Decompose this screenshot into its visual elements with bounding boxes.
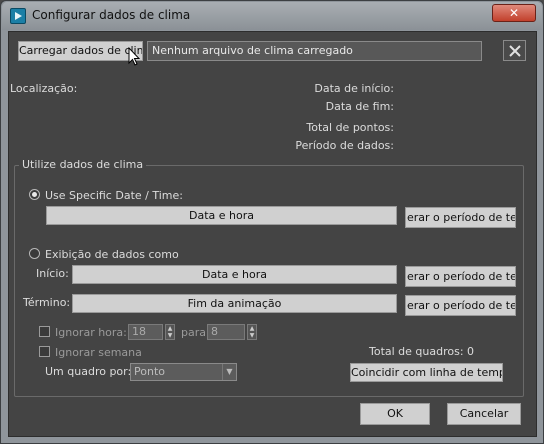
spinner-up-icon: ▲: [249, 325, 255, 332]
ignore-hour-from-input[interactable]: 18: [128, 324, 163, 340]
use-specific-date-radio[interactable]: [29, 189, 40, 200]
dialog-body: Carregar dados de clima Nenhum arquivo d…: [8, 31, 537, 437]
match-timeline-button[interactable]: Coincidir com linha de tempo: [350, 363, 503, 382]
end-date-label: Data de fim:: [325, 100, 394, 113]
spinner-up-icon: ▲: [167, 325, 173, 332]
chevron-down-icon: ▼: [222, 364, 236, 380]
ignore-week-checkbox[interactable]: [39, 346, 50, 357]
end-animation-button[interactable]: Fim da animação: [72, 294, 397, 313]
display-data-as-radio[interactable]: [29, 248, 40, 259]
spinner-down-icon: ▼: [249, 332, 255, 339]
window-title: Configurar dados de clima: [32, 8, 191, 22]
close-icon: [509, 45, 521, 57]
specific-date-time-button[interactable]: Data e hora: [46, 206, 397, 225]
frame-per-select[interactable]: Ponto ▼: [130, 363, 237, 381]
start-date-time-button[interactable]: Data e hora: [72, 265, 397, 284]
frame-per-value: Ponto: [134, 365, 165, 378]
clear-weather-file-button[interactable]: [503, 40, 526, 61]
weather-file-status-field: Nenhum arquivo de clima carregado: [147, 41, 482, 61]
start-period-button[interactable]: erar o período de temp: [405, 266, 516, 287]
use-specific-date-label: Use Specific Date / Time:: [45, 189, 183, 202]
ignore-hour-checkbox[interactable]: [39, 326, 50, 337]
spinner-down-icon: ▼: [167, 332, 173, 339]
ignore-hour-from-spinner[interactable]: ▲ ▼: [165, 324, 175, 340]
window-close-button[interactable]: ✕: [492, 4, 536, 22]
ignore-hour-to-spinner[interactable]: ▲ ▼: [247, 324, 257, 340]
ok-button[interactable]: OK: [360, 403, 430, 425]
ignore-hour-label: Ignorar hora:: [55, 326, 127, 339]
specific-date-period-button[interactable]: erar o período de temp: [405, 207, 516, 228]
ignore-hour-to-label: para: [181, 326, 206, 339]
use-weather-data-group-title: Utilize dados de clima: [19, 158, 147, 171]
end-label: Término:: [23, 296, 71, 309]
load-weather-data-button[interactable]: Carregar dados de clima: [18, 41, 143, 61]
ignore-hour-to-input[interactable]: 8: [207, 324, 245, 340]
data-period-label: Período de dados:: [295, 139, 394, 152]
frame-per-label: Um quadro por:: [45, 365, 132, 378]
dialog-window: Configurar dados de clima ✕ Carregar dad…: [0, 0, 544, 444]
3dsmax-app-icon: [10, 8, 26, 24]
start-label: Início:: [36, 267, 69, 280]
total-frames-label: Total de quadros: 0: [369, 345, 475, 358]
end-period-button[interactable]: erar o período de temp: [405, 295, 516, 316]
title-bar[interactable]: Configurar dados de clima ✕: [2, 2, 542, 30]
cancel-button[interactable]: Cancelar: [447, 403, 521, 425]
display-data-as-label: Exibição de dados como: [45, 248, 179, 261]
start-date-label: Data de início:: [314, 82, 394, 95]
mouse-cursor-icon: [128, 47, 140, 66]
location-label: Localização:: [10, 82, 78, 95]
total-points-label: Total de pontos:: [306, 121, 394, 134]
ignore-week-label: Ignorar semana: [55, 346, 142, 359]
